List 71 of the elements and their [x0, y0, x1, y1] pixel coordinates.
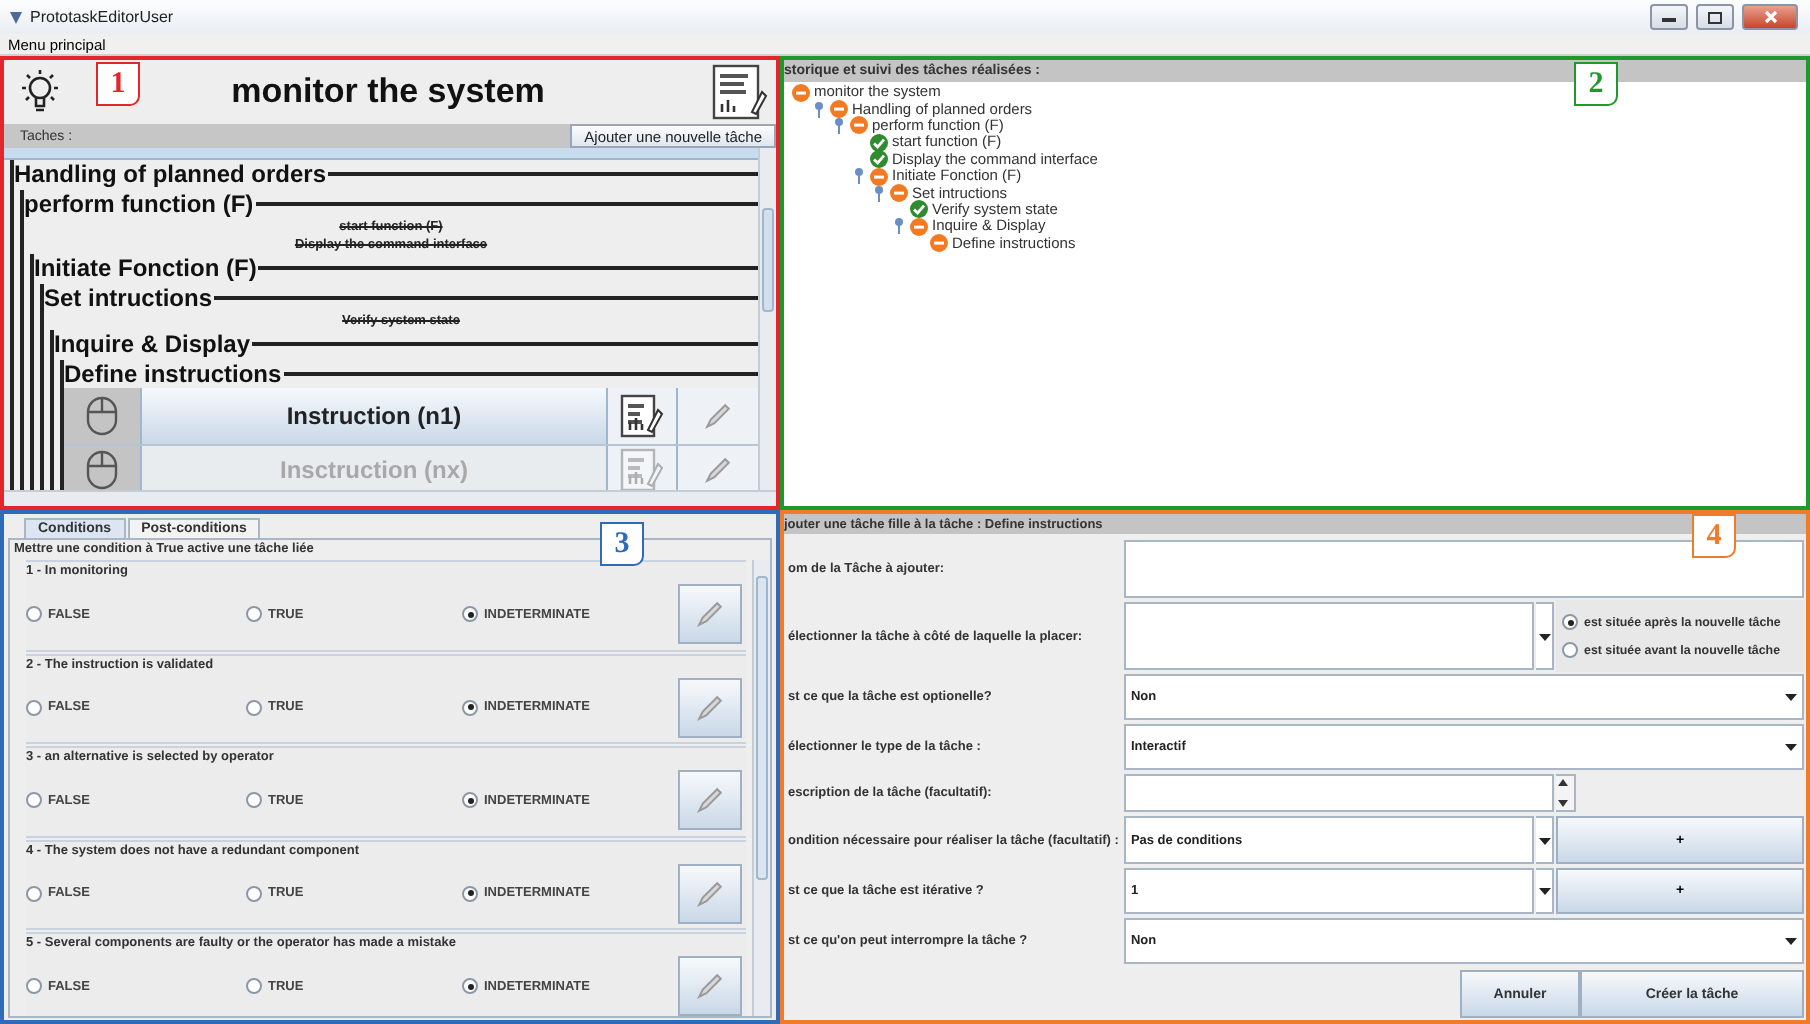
scrollbar[interactable]	[752, 560, 770, 1016]
scrollbar[interactable]	[758, 148, 776, 490]
dropdown[interactable]	[1124, 602, 1534, 670]
task-title: monitor the system	[231, 72, 545, 110]
radio-button[interactable]	[1562, 642, 1578, 658]
radio-button[interactable]	[26, 978, 42, 995]
task-heading[interactable]: Inquire & Display	[54, 330, 253, 359]
callout-number: 2	[1574, 62, 1618, 106]
report-icon	[620, 448, 664, 490]
close-icon	[1763, 10, 1777, 24]
edit-button[interactable]	[678, 677, 742, 738]
radio-button[interactable]	[26, 792, 42, 809]
radio-button[interactable]	[246, 699, 262, 716]
expand-handle-icon	[874, 185, 884, 202]
radio-button[interactable]	[462, 978, 478, 995]
close-button[interactable]	[1742, 4, 1798, 30]
report-icon[interactable]	[712, 64, 768, 120]
caret-icon	[1784, 936, 1798, 946]
expand-handle-icon	[814, 101, 824, 118]
task-heading[interactable]: Define instructions	[64, 359, 284, 388]
minimize-button[interactable]	[1650, 4, 1688, 30]
edit-button[interactable]	[678, 863, 742, 924]
pencil-icon	[692, 782, 728, 819]
callout-number: 3	[600, 522, 644, 566]
pencil-icon	[700, 398, 736, 434]
pencil-icon	[692, 596, 728, 633]
radio-button[interactable]	[26, 699, 42, 716]
expand-handle-icon	[894, 218, 904, 235]
mouse-icon	[86, 450, 118, 490]
edit-button[interactable]	[678, 770, 742, 831]
radio-button[interactable]	[1562, 614, 1578, 630]
radio-button[interactable]	[462, 885, 478, 902]
lightbulb-icon	[16, 68, 64, 116]
task-heading[interactable]: Set intructions	[44, 283, 215, 312]
window-title: PrototaskEditorUser	[30, 8, 176, 26]
minimize-icon	[1662, 12, 1676, 22]
report-icon	[620, 394, 664, 438]
radio-button[interactable]	[246, 885, 262, 902]
task-heading[interactable]: Handling of planned orders	[14, 160, 329, 189]
caret-icon	[1537, 835, 1551, 845]
radio-button[interactable]	[462, 606, 478, 623]
radio-button[interactable]	[462, 699, 478, 716]
task-heading[interactable]: perform function (F)	[24, 189, 256, 218]
radio-button[interactable]	[246, 606, 262, 623]
caret-icon	[1537, 631, 1551, 641]
maximize-icon	[1708, 11, 1722, 23]
scroll-down-icon	[1556, 798, 1570, 810]
pencil-icon	[692, 968, 728, 1005]
app-icon	[8, 9, 24, 25]
callout-number: 1	[96, 62, 140, 106]
expand-handle-icon	[834, 117, 844, 134]
edit-button[interactable]	[678, 956, 742, 1016]
radio-button[interactable]	[246, 792, 262, 809]
expand-handle-icon	[854, 168, 864, 185]
scrollbar[interactable]	[4, 490, 776, 506]
edit-button[interactable]	[678, 584, 742, 645]
callout-number: 4	[1692, 514, 1736, 558]
mouse-icon	[86, 396, 118, 436]
radio-button[interactable]	[246, 978, 262, 995]
scroll-up-icon	[1556, 776, 1570, 788]
instruction-button[interactable]: Instruction (n1)	[140, 388, 606, 444]
caret-icon	[1537, 886, 1551, 896]
caret-icon	[1784, 742, 1798, 752]
task-heading[interactable]: Initiate Fonction (F)	[34, 254, 259, 283]
scrollbar[interactable]	[1556, 774, 1576, 812]
input-field[interactable]	[1124, 540, 1804, 598]
radio-button[interactable]	[26, 885, 42, 902]
radio-button[interactable]	[462, 792, 478, 809]
caret-icon	[1784, 692, 1798, 702]
maximize-button[interactable]	[1696, 4, 1734, 30]
radio-button[interactable]	[26, 606, 42, 623]
